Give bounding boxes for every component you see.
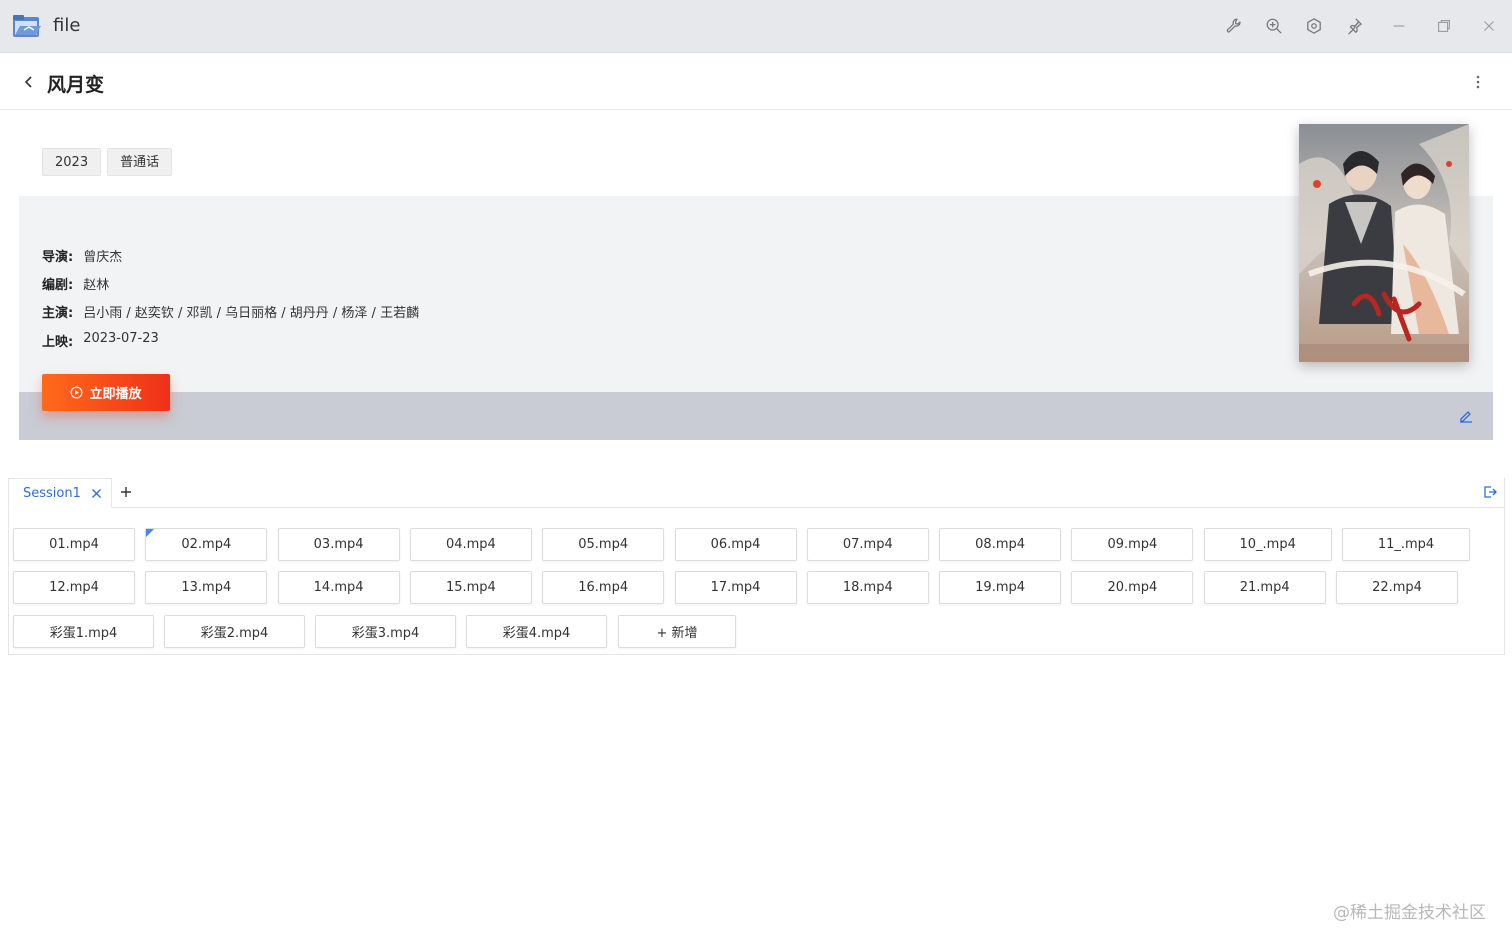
episode-button[interactable]: 02.mp4 xyxy=(145,528,268,561)
episode-button[interactable]: 01.mp4 xyxy=(13,528,135,561)
episode-button[interactable]: 20.mp4 xyxy=(1071,571,1194,604)
episode-label: 22.mp4 xyxy=(1372,580,1422,595)
close-icon[interactable] xyxy=(91,488,102,499)
episode-label: 02.mp4 xyxy=(181,537,232,552)
pin-icon[interactable] xyxy=(1342,14,1366,38)
episode-button[interactable]: 彩蛋3.mp4 xyxy=(315,615,456,648)
tag-list: 2023 普通话 xyxy=(42,148,173,176)
episode-button[interactable]: 17.mp4 xyxy=(674,571,797,604)
episode-button[interactable]: 14.mp4 xyxy=(277,571,400,604)
meta-label: 上映: xyxy=(42,335,74,350)
episode-button[interactable]: 12.mp4 xyxy=(13,571,135,604)
tab-session1[interactable]: Session1 xyxy=(8,478,112,508)
meta-value: 2023-07-23 xyxy=(83,331,159,346)
episode-button[interactable]: 18.mp4 xyxy=(806,571,929,604)
episode-label: 03.mp4 xyxy=(313,537,364,552)
episode-label: 18.mp4 xyxy=(842,580,893,595)
episode-label: + 新增 xyxy=(656,626,698,641)
episode-label: 07.mp4 xyxy=(842,537,893,552)
folder-icon xyxy=(12,14,42,40)
episode-button[interactable]: 彩蛋1.mp4 xyxy=(13,615,154,648)
play-now-button[interactable]: 立即播放 xyxy=(42,374,170,411)
episode-label: 11_.mp4 xyxy=(1377,537,1435,552)
add-episode-button[interactable]: + 新增 xyxy=(618,615,736,648)
poster-image xyxy=(1299,124,1469,362)
page-header: 风月变 xyxy=(0,53,1512,110)
window-title: file xyxy=(53,15,81,36)
tab-label: Session1 xyxy=(23,485,81,501)
episode-label: 彩蛋3.mp4 xyxy=(351,626,420,641)
episode-label: 14.mp4 xyxy=(313,580,364,595)
episode-button[interactable]: 04.mp4 xyxy=(409,528,532,561)
play-now-label: 立即播放 xyxy=(89,387,142,402)
meta-value: 赵林 xyxy=(83,278,110,293)
episode-button[interactable]: 22.mp4 xyxy=(1336,571,1458,604)
current-episode-marker xyxy=(146,529,155,537)
chevron-left-icon[interactable] xyxy=(20,73,38,91)
episode-button[interactable]: 07.mp4 xyxy=(806,528,929,561)
meta-label: 主演: xyxy=(42,306,74,321)
watermark: @稀土掘金技术社区 xyxy=(1333,903,1486,923)
zoom-in-icon[interactable] xyxy=(1262,14,1286,38)
episode-button[interactable]: 08.mp4 xyxy=(939,528,1062,561)
episode-label: 09.mp4 xyxy=(1107,537,1158,552)
episode-label: 12.mp4 xyxy=(49,580,99,595)
episode-label: 彩蛋4.mp4 xyxy=(502,626,571,641)
episode-button[interactable]: 彩蛋4.mp4 xyxy=(466,615,607,648)
wrench-icon[interactable] xyxy=(1222,14,1246,38)
episode-label: 彩蛋1.mp4 xyxy=(49,626,118,641)
episode-button[interactable]: 11_.mp4 xyxy=(1342,528,1470,561)
episode-button[interactable]: 05.mp4 xyxy=(542,528,665,561)
episode-button[interactable]: 21.mp4 xyxy=(1203,571,1326,604)
tab-bar: Session1 xyxy=(8,478,1505,508)
play-circle-icon xyxy=(70,386,83,399)
restore-icon[interactable] xyxy=(1432,14,1456,38)
episode-button[interactable]: 13.mp4 xyxy=(145,571,268,604)
episode-label: 16.mp4 xyxy=(578,580,629,595)
meta-value: 吕小雨 / 赵奕钦 / 邓凯 / 乌日丽格 / 胡丹丹 / 杨泽 / 王若麟 xyxy=(83,306,420,321)
page-title: 风月变 xyxy=(47,74,105,96)
episode-label: 06.mp4 xyxy=(710,537,761,552)
episode-button[interactable]: 06.mp4 xyxy=(674,528,797,561)
minimize-icon[interactable] xyxy=(1387,14,1411,38)
meta-value: 曾庆杰 xyxy=(83,250,123,265)
meta-label: 导演: xyxy=(42,250,74,265)
meta-writer: 编剧: 赵林 xyxy=(42,274,109,293)
tag-language: 普通话 xyxy=(107,148,173,176)
episode-label: 13.mp4 xyxy=(181,580,232,595)
meta-release: 上映: 2023-07-23 xyxy=(42,331,159,350)
tag-year: 2023 xyxy=(42,148,102,176)
close-icon[interactable] xyxy=(1477,14,1501,38)
episode-label: 01.mp4 xyxy=(49,537,99,552)
info-panel-footer xyxy=(19,392,1493,440)
episode-button[interactable]: 19.mp4 xyxy=(939,571,1062,604)
episode-label: 20.mp4 xyxy=(1107,580,1158,595)
episode-button[interactable]: 10_.mp4 xyxy=(1203,528,1332,561)
episode-label: 15.mp4 xyxy=(445,580,496,595)
episode-button[interactable]: 09.mp4 xyxy=(1071,528,1194,561)
meta-cast: 主演: 吕小雨 / 赵奕钦 / 邓凯 / 乌日丽格 / 胡丹丹 / 杨泽 / 王… xyxy=(42,302,419,321)
episode-label: 10_.mp4 xyxy=(1239,537,1296,552)
episode-label: 08.mp4 xyxy=(975,537,1026,552)
edit-icon[interactable] xyxy=(1459,408,1473,423)
episode-label: 彩蛋2.mp4 xyxy=(200,626,269,641)
episode-label: 21.mp4 xyxy=(1239,580,1290,595)
episode-button[interactable]: 03.mp4 xyxy=(277,528,400,561)
more-vertical-icon[interactable] xyxy=(1470,73,1486,91)
episode-label: 17.mp4 xyxy=(710,580,761,595)
episode-button[interactable]: 16.mp4 xyxy=(542,571,665,604)
meta-director: 导演: 曾庆杰 xyxy=(42,246,122,265)
title-bar: file xyxy=(0,0,1512,53)
meta-label: 编剧: xyxy=(42,278,74,293)
plus-icon[interactable] xyxy=(118,484,134,500)
info-panel: 导演: 曾庆杰 编剧: 赵林 主演: 吕小雨 / 赵奕钦 / 邓凯 / 乌日丽格… xyxy=(19,196,1493,440)
episode-label: 19.mp4 xyxy=(975,580,1026,595)
episode-button[interactable]: 彩蛋2.mp4 xyxy=(164,615,305,648)
episode-label: 04.mp4 xyxy=(445,537,496,552)
episode-button[interactable]: 15.mp4 xyxy=(409,571,532,604)
episode-label: 05.mp4 xyxy=(578,537,629,552)
export-icon[interactable] xyxy=(1483,485,1497,499)
settings-icon[interactable] xyxy=(1302,14,1326,38)
